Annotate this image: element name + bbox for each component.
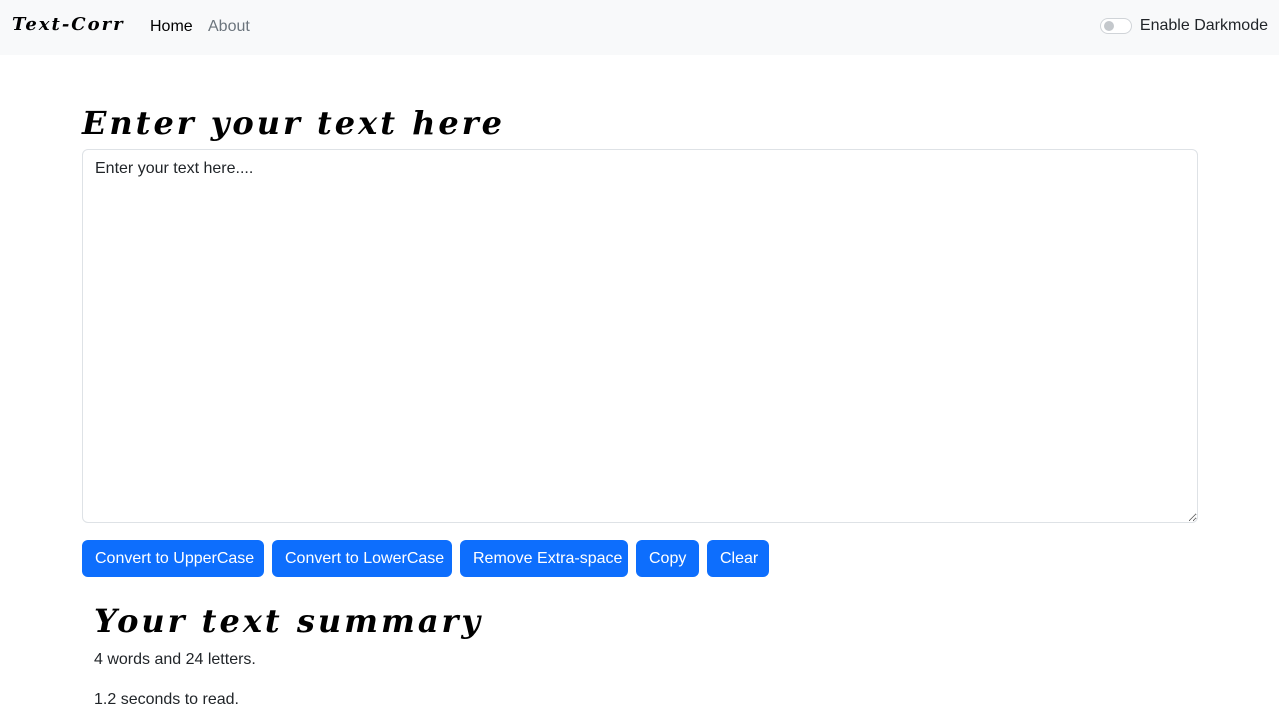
darkmode-label[interactable]: Enable Darkmode (1140, 17, 1268, 35)
remove-extra-space-button[interactable]: Remove Extra-space (460, 540, 628, 577)
summary-title: Your text summary (94, 602, 483, 640)
copy-button[interactable]: Copy (636, 540, 699, 577)
nav-home-link[interactable]: Home (150, 18, 193, 36)
toggle-knob (1103, 21, 1114, 31)
brand-logo[interactable]: Text-Corr (12, 14, 125, 35)
lowercase-button[interactable]: Convert to LowerCase (272, 540, 452, 577)
navbar: Text-Corr Home About Enable Darkmode (0, 0, 1279, 55)
darkmode-control: Enable Darkmode (1099, 17, 1268, 35)
nav-about-link[interactable]: About (208, 18, 250, 36)
word-count-text: 4 words and 24 letters. (94, 651, 256, 668)
darkmode-toggle[interactable] (1099, 18, 1132, 34)
uppercase-button[interactable]: Convert to UpperCase (82, 540, 264, 577)
clear-button[interactable]: Clear (707, 540, 769, 577)
text-input[interactable]: Enter your text here.... (82, 149, 1198, 523)
read-time-text: 1.2 seconds to read. (94, 691, 239, 708)
page-title: Enter your text here (82, 104, 505, 142)
